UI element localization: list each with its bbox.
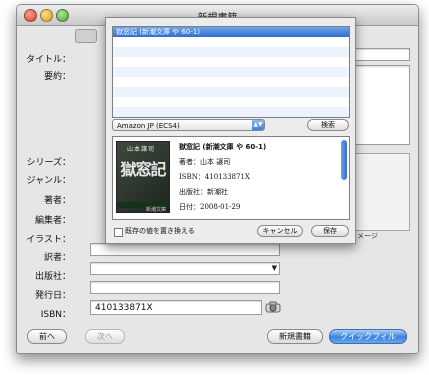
book-detail-panel: 山本譲司 獄窓記 新潮文庫 獄窓記 (新潮文庫 や 60-1) 著者：山本 譲司… — [112, 136, 350, 220]
isbn-label: ISBN： — [40, 310, 71, 320]
book-cover-image: 山本譲司 獄窓記 新潮文庫 — [116, 141, 170, 213]
barcode-scan-icon[interactable] — [265, 300, 281, 314]
chevron-down-icon[interactable]: ▼ — [272, 264, 277, 272]
quickfill-button[interactable]: クイックフィル — [329, 329, 407, 344]
cover-image-well[interactable] — [347, 153, 410, 231]
list-row-empty — [113, 77, 349, 87]
translator-label: 訳者： — [43, 253, 71, 263]
list-row-empty — [113, 57, 349, 67]
detail-isbn: ISBN：410133871X — [179, 173, 250, 181]
new-book-button[interactable]: 新規書籍 — [267, 329, 323, 344]
publisher-label: 出版社： — [34, 272, 71, 282]
list-row-empty — [113, 107, 349, 117]
detail-date: 日付：2008-01-29 — [179, 203, 241, 211]
source-select-label: Amazon JP (ECS4) — [117, 122, 180, 130]
quickfill-sheet: 獄窓記 (新潮文庫 や 60-1) Amazon JP (ECS4) ▲▼ 検索… — [105, 17, 356, 244]
illustrator-label: イラスト： — [26, 235, 71, 245]
list-row-empty — [113, 67, 349, 77]
detail-author: 著者：山本 譲司 — [179, 158, 231, 166]
cover-publisher-text: 新潮文庫 — [145, 207, 166, 213]
overwrite-label: 既存の値を置き換える — [125, 227, 195, 235]
publisher-combo[interactable]: ▼ — [90, 262, 280, 275]
list-row-empty — [113, 47, 349, 57]
new-book-window: 新規書籍 イメージ タイトル： 要約： シリーズ： ジャンル： 著者： 編集者：… — [16, 4, 419, 354]
translator-field[interactable] — [90, 243, 280, 256]
series-label: シリーズ： — [26, 158, 71, 168]
cancel-button[interactable]: キャンセル — [257, 225, 303, 237]
detail-title: 獄窓記 (新潮文庫 や 60-1) — [179, 143, 267, 151]
save-button[interactable]: 保存 — [311, 225, 349, 237]
list-row-empty — [113, 87, 349, 97]
book-info: 獄窓記 (新潮文庫 や 60-1) 著者：山本 譲司 ISBN：41013387… — [179, 140, 335, 215]
prev-button[interactable]: 前へ — [27, 329, 67, 344]
source-select[interactable]: Amazon JP (ECS4) ▲▼ — [112, 119, 265, 131]
isbn-field[interactable]: 410133871X — [90, 300, 262, 315]
isbn-value: 410133871X — [95, 303, 153, 313]
results-list[interactable]: 獄窓記 (新潮文庫 や 60-1) — [112, 26, 350, 118]
list-item[interactable]: 獄窓記 (新潮文庫 や 60-1) — [113, 27, 349, 37]
pubdate-field[interactable] — [90, 281, 280, 294]
genre-label: ジャンル： — [26, 176, 71, 186]
cover-author-text: 山本譲司 — [127, 146, 156, 153]
author-label: 著者： — [43, 196, 71, 206]
list-row-empty — [113, 97, 349, 107]
tab-hint-left[interactable] — [75, 29, 97, 43]
select-arrows-icon: ▲▼ — [252, 120, 264, 130]
pubdate-label: 発行日： — [34, 291, 71, 301]
cover-title-text: 獄窓記 — [120, 160, 166, 179]
overwrite-checkbox[interactable] — [114, 228, 123, 237]
summary-label: 要約： — [43, 72, 71, 82]
detail-scrollbar[interactable] — [341, 140, 347, 180]
next-button[interactable]: 次へ — [85, 329, 125, 344]
search-button[interactable]: 検索 — [307, 119, 349, 131]
detail-publisher: 出版社：新潮社 — [179, 188, 228, 196]
title-label: タイトル： — [25, 55, 71, 65]
list-row-empty — [113, 37, 349, 47]
editor-label: 編集者： — [34, 216, 71, 226]
